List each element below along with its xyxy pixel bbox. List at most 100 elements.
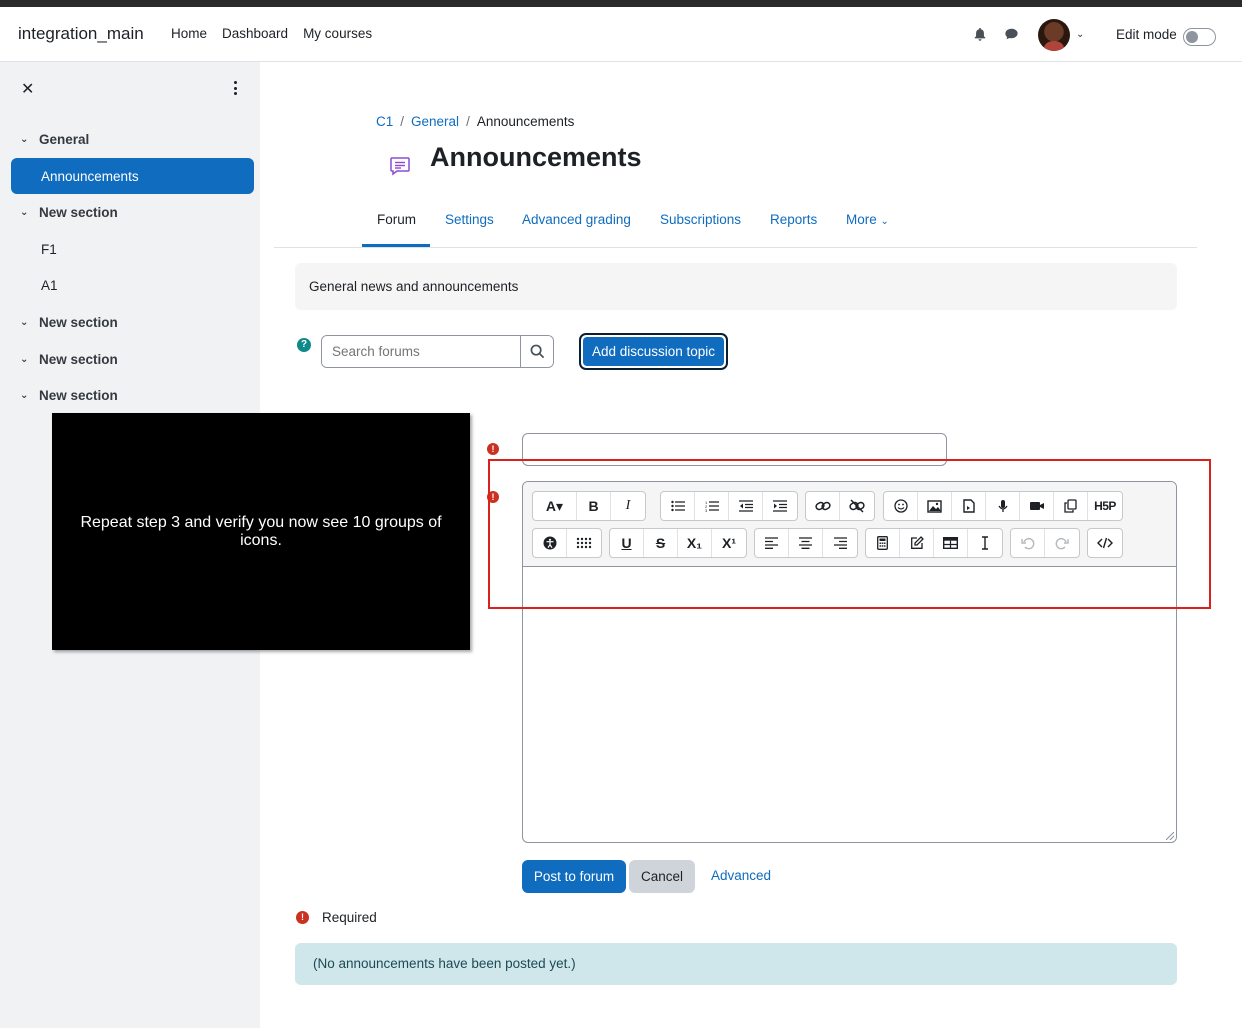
link-icon[interactable]: [806, 492, 840, 520]
undo-icon[interactable]: [1011, 529, 1045, 557]
edit-mode-label: Edit mode: [1116, 27, 1177, 42]
align-center-icon[interactable]: [789, 529, 823, 557]
help-icon[interactable]: ?: [297, 338, 311, 352]
site-brand[interactable]: integration_main: [18, 24, 144, 44]
screen-reader-helper-icon[interactable]: [567, 529, 601, 557]
chevron-down-icon[interactable]: ⌄: [1076, 29, 1084, 40]
message-editor: A▾ B I 123 H5P U S X₁ X¹: [522, 481, 1177, 843]
sidebar-item-label: Announcements: [41, 168, 139, 184]
emoji-icon[interactable]: [884, 492, 918, 520]
sidebar-item-label: A1: [41, 277, 58, 293]
top-stripe: [0, 0, 1242, 7]
numbered-list-icon[interactable]: 123: [695, 492, 729, 520]
resize-handle[interactable]: [1166, 832, 1174, 840]
add-discussion-button[interactable]: Add discussion topic: [579, 333, 728, 370]
nav-home[interactable]: Home: [171, 26, 207, 41]
editor-toolbar: A▾ B I 123 H5P U S X₁ X¹: [523, 482, 1176, 567]
align-right-icon[interactable]: [823, 529, 857, 557]
image-icon[interactable]: [918, 492, 952, 520]
media-icon[interactable]: [952, 492, 986, 520]
sidebar-section-new-section[interactable]: ⌄ New section: [11, 377, 254, 413]
chevron-down-icon: ⌄: [880, 216, 889, 227]
nav-my-courses[interactable]: My courses: [303, 26, 372, 41]
outdent-icon[interactable]: [729, 492, 763, 520]
unlink-icon[interactable]: [840, 492, 874, 520]
redo-icon[interactable]: [1045, 529, 1079, 557]
sidebar-section-general[interactable]: ⌄ General: [11, 121, 254, 157]
sidebar-section-new-section[interactable]: ⌄ New section: [11, 304, 254, 340]
instruction-overlay: Repeat step 3 and verify you now see 10 …: [52, 413, 470, 650]
primary-nav: Home Dashboard My courses: [171, 26, 372, 41]
bell-icon[interactable]: [973, 27, 987, 41]
cancel-button[interactable]: Cancel: [629, 860, 695, 893]
tab-forum[interactable]: Forum: [377, 212, 416, 227]
breadcrumb-general[interactable]: General: [411, 114, 459, 129]
user-avatar[interactable]: [1038, 19, 1070, 51]
table-icon[interactable]: [934, 529, 968, 557]
sidebar-section-new-section[interactable]: ⌄ New section: [11, 341, 254, 377]
calculator-icon[interactable]: [866, 529, 900, 557]
no-announcements-notice: (No announcements have been posted yet.): [295, 943, 1177, 985]
post-to-forum-button[interactable]: Post to forum: [522, 860, 626, 893]
search-input[interactable]: [322, 336, 520, 367]
clear-formatting-icon[interactable]: [968, 529, 1002, 557]
kebab-menu-icon[interactable]: [234, 81, 238, 97]
advanced-link[interactable]: Advanced: [711, 868, 771, 883]
required-icon: !: [487, 491, 499, 503]
chevron-down-icon: ⌄: [20, 353, 29, 365]
svg-text:3: 3: [705, 508, 708, 512]
bold-button[interactable]: B: [577, 492, 611, 520]
close-icon[interactable]: ✕: [21, 79, 34, 99]
add-discussion-label: Add discussion topic: [583, 337, 724, 366]
required-icon: !: [296, 911, 309, 924]
edit-icon[interactable]: [900, 529, 934, 557]
font-style-button[interactable]: A▾: [533, 492, 577, 520]
chevron-down-icon: ⌄: [20, 316, 29, 328]
sidebar-item-label: General: [39, 131, 90, 147]
page-title: Announcements: [430, 142, 642, 172]
indent-icon[interactable]: [763, 492, 797, 520]
toolbar-group-lists: 123: [660, 491, 798, 521]
align-left-icon[interactable]: [755, 529, 789, 557]
accessibility-icon[interactable]: [533, 529, 567, 557]
search-icon: [530, 344, 544, 359]
sidebar-item-label: New section: [39, 314, 118, 330]
tab-more-label: More: [846, 212, 877, 227]
italic-button[interactable]: I: [611, 492, 645, 520]
tab-advanced-grading[interactable]: Advanced grading: [522, 212, 631, 227]
microphone-icon[interactable]: [986, 492, 1020, 520]
bullet-list-icon[interactable]: [661, 492, 695, 520]
tab-more[interactable]: More ⌄: [846, 212, 889, 227]
forum-intro: General news and announcements: [295, 263, 1177, 310]
strikethrough-button[interactable]: S: [644, 529, 678, 557]
superscript-button[interactable]: X¹: [712, 529, 746, 557]
edit-mode-toggle[interactable]: [1183, 28, 1216, 46]
tab-subscriptions[interactable]: Subscriptions: [660, 212, 741, 227]
sidebar-item-a1[interactable]: A1: [11, 267, 254, 303]
toolbar-group-media: H5P: [883, 491, 1123, 521]
search-button[interactable]: [520, 336, 553, 367]
breadcrumb: C1 / General / Announcements: [376, 114, 575, 129]
chat-icon[interactable]: [1004, 27, 1019, 41]
sidebar-section-new-section[interactable]: ⌄ New section: [11, 194, 254, 230]
tab-reports[interactable]: Reports: [770, 212, 817, 227]
subject-field[interactable]: [522, 433, 947, 466]
toolbar-group-style: A▾ B I: [532, 491, 646, 521]
toolbar-group-insert: [865, 528, 1003, 558]
h5p-button[interactable]: H5P: [1088, 492, 1122, 520]
sidebar-item-f1[interactable]: F1: [11, 231, 254, 267]
toolbar-group-align: [754, 528, 858, 558]
html-code-icon[interactable]: [1088, 529, 1122, 557]
underline-button[interactable]: U: [610, 529, 644, 557]
tab-settings[interactable]: Settings: [445, 212, 494, 227]
navbar: integration_main Home Dashboard My cours…: [0, 7, 1242, 62]
breadcrumb-c1[interactable]: C1: [376, 114, 393, 129]
manage-files-icon[interactable]: [1054, 492, 1088, 520]
sidebar-item-label: New section: [39, 204, 118, 220]
required-icon: !: [487, 443, 499, 455]
subscript-button[interactable]: X₁: [678, 529, 712, 557]
video-camera-icon[interactable]: [1020, 492, 1054, 520]
toolbar-group-html: [1087, 528, 1123, 558]
sidebar-item-announcements[interactable]: Announcements: [11, 158, 254, 194]
nav-dashboard[interactable]: Dashboard: [222, 26, 288, 41]
